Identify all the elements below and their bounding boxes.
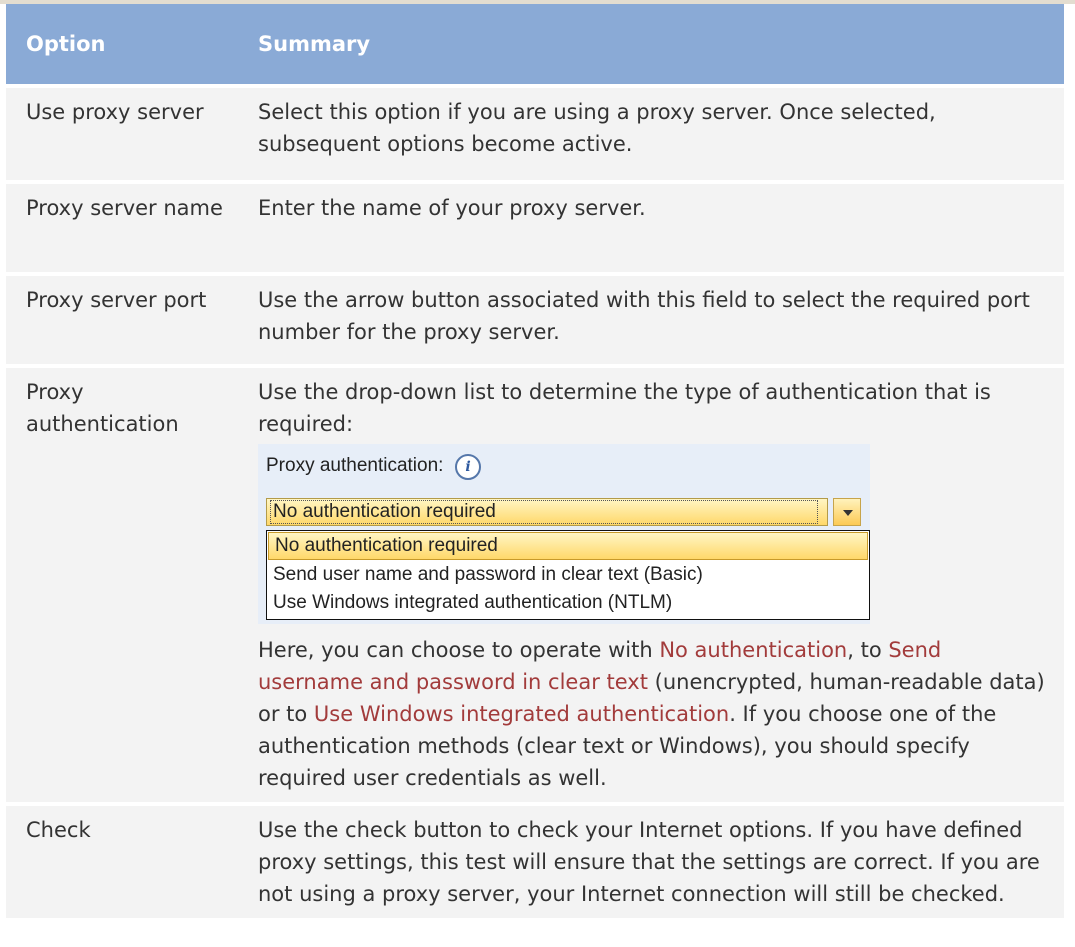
summary-cell: Select this option if you are using a pr…	[258, 84, 1064, 180]
info-icon[interactable]: i	[455, 454, 481, 480]
table-row: Use proxy server Select this option if y…	[6, 84, 1064, 180]
option-cell: Proxy server port	[6, 272, 258, 364]
note-text: Here, you can choose to operate with	[258, 638, 660, 662]
option-name: Proxy server port	[26, 288, 207, 312]
note-text: , to	[847, 638, 889, 662]
authentication-note: Here, you can choose to operate with No …	[258, 634, 1052, 794]
summary-intro: Use the drop-down list to determine the …	[258, 380, 991, 436]
table-row: Proxy server port Use the arrow button a…	[6, 272, 1064, 364]
summary-cell: Use the arrow button associated with thi…	[258, 272, 1064, 364]
dropdown-option[interactable]: Use Windows integrated authentication (N…	[267, 589, 869, 617]
option-name: Proxy authentication	[26, 380, 179, 436]
option-name: Check	[26, 818, 91, 842]
dropdown-option[interactable]: Send user name and password in clear tex…	[267, 561, 869, 589]
table-header-row: Option Summary	[6, 4, 1064, 84]
proxy-authentication-dropdown-screenshot: Proxy authentication: i No authenticatio…	[258, 444, 870, 624]
dropdown-arrow-button[interactable]	[833, 498, 861, 526]
summary-cell: Enter the name of your proxy server.	[258, 180, 1064, 272]
option-cell: Check	[6, 802, 258, 918]
no-authentication-link[interactable]: No authentication	[659, 638, 847, 662]
dropdown-option[interactable]: No authentication required	[268, 532, 868, 560]
dropdown-option-list: No authentication required Send user nam…	[266, 530, 870, 620]
table-row: Proxy server name Enter the name of your…	[6, 180, 1064, 272]
proxy-authentication-select[interactable]: No authentication required	[266, 498, 828, 526]
option-name: Use proxy server	[26, 100, 204, 124]
option-name: Proxy server name	[26, 196, 223, 220]
options-table: Option Summary Use proxy server Select t…	[6, 4, 1064, 918]
dropdown-label: Proxy authentication:	[266, 455, 444, 476]
table-row: Proxy authentication Use the drop-down l…	[6, 364, 1064, 802]
selected-value: No authentication required	[270, 500, 818, 524]
option-cell: Use proxy server	[6, 84, 258, 180]
windows-integrated-link[interactable]: Use Windows integrated authentication	[314, 702, 729, 726]
option-cell: Proxy authentication	[6, 364, 258, 802]
summary-cell: Use the drop-down list to determine the …	[258, 364, 1064, 802]
header-option: Option	[6, 4, 258, 84]
option-cell: Proxy server name	[6, 180, 258, 272]
table-row: Check Use the check button to check your…	[6, 802, 1064, 918]
summary-cell: Use the check button to check your Inter…	[258, 802, 1064, 918]
header-summary: Summary	[258, 4, 1064, 84]
